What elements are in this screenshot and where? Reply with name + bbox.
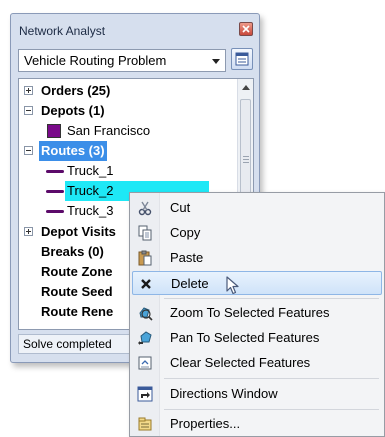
close-icon[interactable] — [239, 22, 253, 36]
tree-label-route: Truck_1 — [67, 163, 114, 178]
tree-label-depot-visits: Depot Visits — [41, 224, 116, 239]
route-symbol-icon — [46, 210, 64, 213]
clear-selection-icon — [138, 356, 152, 370]
zoom-to-selected-icon — [139, 307, 153, 321]
scroll-up-icon[interactable] — [242, 85, 250, 90]
properties-icon — [235, 52, 249, 66]
expand-icon[interactable] — [24, 86, 33, 95]
tree-label-depot: San Francisco — [67, 123, 151, 138]
menu-item-clear-selected[interactable]: Clear Selected Features — [132, 351, 382, 375]
grip-icon — [243, 156, 249, 157]
analysis-layer-dropdown[interactable]: Vehicle Routing Problem — [18, 49, 226, 72]
menu-separator — [164, 378, 379, 379]
menu-label-copy: Copy — [170, 225, 201, 240]
collapse-icon[interactable] — [24, 106, 33, 115]
tree-label-route: Truck_3 — [67, 203, 114, 218]
menu-label-cut: Cut — [170, 200, 191, 215]
tree-label-route-seeds: Route Seed — [41, 284, 113, 299]
tree-label-breaks: Breaks (0) — [41, 244, 104, 259]
pan-to-selected-icon — [138, 331, 152, 345]
menu-item-copy[interactable]: Copy — [132, 221, 382, 245]
chevron-down-icon[interactable] — [212, 59, 220, 64]
menu-item-delete[interactable]: Delete — [132, 271, 382, 295]
dropdown-value: Vehicle Routing Problem — [24, 53, 167, 68]
tree-item-depots[interactable]: Depots (1) — [19, 101, 239, 121]
menu-label-properties: Properties... — [170, 416, 241, 431]
window-title: Network Analyst — [19, 24, 106, 38]
tree-label-routes: Routes (3) — [39, 141, 107, 161]
delete-icon — [141, 279, 151, 289]
tree-item-truck-1[interactable]: Truck_1 — [19, 161, 239, 181]
tree-label-depots: Depots (1) — [41, 103, 105, 118]
menu-item-directions-window[interactable]: Directions Window — [132, 382, 382, 406]
menu-item-zoom-to-selected[interactable]: Zoom To Selected Features — [132, 301, 382, 325]
menu-separator — [164, 409, 379, 410]
tree-label-route-zones: Route Zone — [41, 264, 113, 279]
directions-window-icon — [137, 386, 153, 402]
tree-item-routes[interactable]: Routes (3) — [19, 141, 239, 161]
tree-label-orders: Orders (25) — [41, 83, 111, 98]
collapse-icon[interactable] — [24, 146, 33, 155]
menu-label-paste: Paste — [170, 250, 204, 265]
menu-label-directions: Directions Window — [170, 386, 278, 401]
properties-icon — [138, 417, 152, 431]
scissors-icon — [138, 201, 152, 216]
context-menu: Cut Copy Paste Delete Zoom To Selected F… — [129, 192, 385, 437]
route-symbol-icon — [46, 190, 64, 193]
menu-label-delete: Delete — [171, 276, 209, 291]
expand-icon[interactable] — [24, 227, 33, 236]
menu-item-properties[interactable]: Properties... — [132, 412, 382, 436]
menu-item-paste[interactable]: Paste — [132, 246, 382, 270]
route-symbol-icon — [46, 170, 64, 173]
menu-item-pan-to-selected[interactable]: Pan To Selected Features — [132, 326, 382, 350]
menu-label-clear: Clear Selected Features — [170, 355, 311, 370]
copy-icon — [138, 225, 152, 241]
tree-label-route-renewals: Route Rene — [41, 304, 114, 319]
tree-item-depot-san-francisco[interactable]: San Francisco — [19, 121, 239, 141]
cursor-pointer-icon — [226, 276, 239, 295]
tree-item-orders[interactable]: Orders (25) — [19, 81, 239, 101]
paste-icon — [138, 250, 152, 266]
menu-separator — [164, 298, 379, 299]
menu-label-zoom: Zoom To Selected Features — [170, 305, 330, 320]
depot-symbol-icon — [47, 124, 61, 138]
menu-item-cut[interactable]: Cut — [132, 196, 382, 220]
menu-label-pan: Pan To Selected Features — [170, 330, 320, 345]
layer-properties-button[interactable] — [231, 48, 253, 70]
